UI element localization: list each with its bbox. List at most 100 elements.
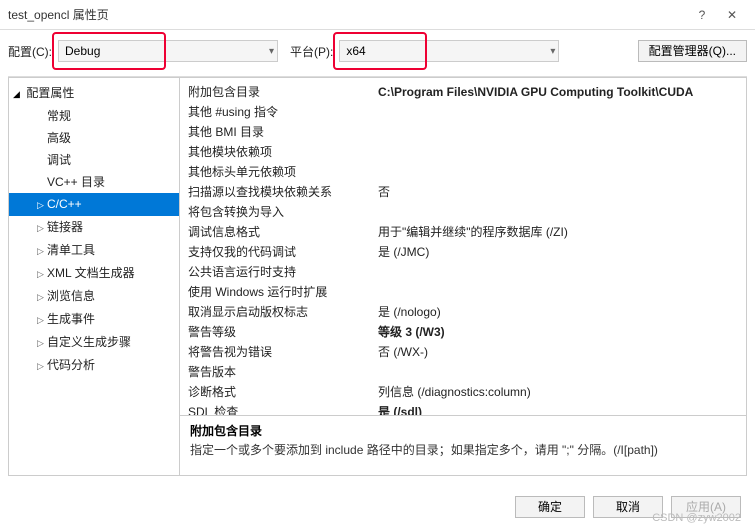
titlebar: test_opencl 属性页 ? ✕ bbox=[0, 0, 755, 30]
config-combo[interactable]: ▾ bbox=[58, 40, 278, 62]
property-row[interactable]: 将包含转换为导入 bbox=[188, 202, 738, 222]
property-value: 列信息 (/diagnostics:column) bbox=[378, 382, 738, 402]
property-label: 诊断格式 bbox=[188, 382, 378, 402]
property-label: 其他 #using 指令 bbox=[188, 102, 378, 122]
tree-item[interactable]: ▷C/C++ bbox=[9, 193, 179, 216]
property-row[interactable]: 警告等级等级 3 (/W3) bbox=[188, 322, 738, 342]
tree-item[interactable]: ▷自定义生成步骤 bbox=[9, 331, 179, 354]
property-row[interactable]: 取消显示启动版权标志是 (/nologo) bbox=[188, 302, 738, 322]
property-row[interactable]: 公共语言运行时支持 bbox=[188, 262, 738, 282]
tree-item-label: 常规 bbox=[47, 109, 71, 123]
property-row[interactable]: SDL 检查是 (/sdl) bbox=[188, 402, 738, 415]
property-row[interactable]: 使用 Windows 运行时扩展 bbox=[188, 282, 738, 302]
triangle-right-icon: ▷ bbox=[37, 357, 47, 375]
property-value bbox=[378, 282, 738, 302]
property-value: 是 (/sdl) bbox=[378, 402, 738, 415]
tree-item[interactable]: ▷浏览信息 bbox=[9, 285, 179, 308]
property-value: 否 bbox=[378, 182, 738, 202]
property-row[interactable]: 其他模块依赖项 bbox=[188, 142, 738, 162]
property-value: C:\Program Files\NVIDIA GPU Computing To… bbox=[378, 82, 738, 102]
watermark: CSDN @zyw2002 bbox=[652, 512, 741, 524]
description-panel: 附加包含目录 指定一个或多个要添加到 include 路径中的目录；如果指定多个… bbox=[180, 415, 746, 475]
property-row[interactable]: 支持仅我的代码调试是 (/JMC) bbox=[188, 242, 738, 262]
property-row[interactable]: 警告版本 bbox=[188, 362, 738, 382]
triangle-right-icon: ▷ bbox=[37, 242, 47, 260]
tree-view[interactable]: ◢ 配置属性 常规高级调试VC++ 目录▷C/C++▷链接器▷清单工具▷XML … bbox=[8, 77, 180, 476]
tree-item[interactable]: ▷链接器 bbox=[9, 216, 179, 239]
config-manager-button[interactable]: 配置管理器(Q)... bbox=[638, 40, 747, 62]
tree-item[interactable]: VC++ 目录 bbox=[9, 171, 179, 193]
tree-item[interactable]: ▷代码分析 bbox=[9, 354, 179, 377]
property-value bbox=[378, 162, 738, 182]
property-label: 其他标头单元依赖项 bbox=[188, 162, 378, 182]
property-row[interactable]: 将警告视为错误否 (/WX-) bbox=[188, 342, 738, 362]
property-label: 其他 BMI 目录 bbox=[188, 122, 378, 142]
property-row[interactable]: 附加包含目录C:\Program Files\NVIDIA GPU Comput… bbox=[188, 82, 738, 102]
triangle-down-icon: ◢ bbox=[13, 85, 23, 103]
triangle-right-icon: ▷ bbox=[37, 288, 47, 306]
description-text: 指定一个或多个要添加到 include 路径中的目录；如果指定多个，请用 ";"… bbox=[190, 441, 736, 458]
main-area: ◢ 配置属性 常规高级调试VC++ 目录▷C/C++▷链接器▷清单工具▷XML … bbox=[8, 76, 747, 476]
property-value bbox=[378, 262, 738, 282]
property-value bbox=[378, 122, 738, 142]
close-button[interactable]: ✕ bbox=[717, 8, 747, 22]
tree-root-label: 配置属性 bbox=[26, 86, 74, 100]
toolbar: 配置(C): ▾ 平台(P): ▾ 配置管理器(Q)... bbox=[0, 30, 755, 76]
property-value: 等级 3 (/W3) bbox=[378, 322, 738, 342]
tree-item-label: VC++ 目录 bbox=[47, 175, 105, 189]
triangle-right-icon: ▷ bbox=[37, 265, 47, 283]
property-value: 用于"编辑并继续"的程序数据库 (/ZI) bbox=[378, 222, 738, 242]
tree-item-label: 生成事件 bbox=[47, 312, 95, 326]
tree-item[interactable]: ▷XML 文档生成器 bbox=[9, 262, 179, 285]
triangle-right-icon: ▷ bbox=[37, 334, 47, 352]
help-button[interactable]: ? bbox=[687, 8, 717, 22]
property-row[interactable]: 其他标头单元依赖项 bbox=[188, 162, 738, 182]
description-title: 附加包含目录 bbox=[190, 422, 736, 439]
tree-item-label: 浏览信息 bbox=[47, 289, 95, 303]
property-label: 扫描源以查找模块依赖关系 bbox=[188, 182, 378, 202]
property-value: 否 (/WX-) bbox=[378, 342, 738, 362]
tree-item-label: 调试 bbox=[47, 153, 71, 167]
triangle-right-icon: ▷ bbox=[37, 311, 47, 329]
property-label: 将警告视为错误 bbox=[188, 342, 378, 362]
property-value: 是 (/JMC) bbox=[378, 242, 738, 262]
property-value bbox=[378, 102, 738, 122]
property-value: 是 (/nologo) bbox=[378, 302, 738, 322]
ok-button[interactable]: 确定 bbox=[515, 496, 585, 518]
property-label: SDL 检查 bbox=[188, 402, 378, 415]
triangle-right-icon: ▷ bbox=[37, 196, 47, 214]
tree-root[interactable]: ◢ 配置属性 bbox=[9, 82, 179, 105]
tree-item-label: XML 文档生成器 bbox=[47, 266, 135, 280]
tree-item-label: 高级 bbox=[47, 131, 71, 145]
property-label: 调试信息格式 bbox=[188, 222, 378, 242]
platform-combo[interactable]: ▾ bbox=[339, 40, 559, 62]
property-label: 警告等级 bbox=[188, 322, 378, 342]
property-row[interactable]: 其他 #using 指令 bbox=[188, 102, 738, 122]
property-label: 取消显示启动版权标志 bbox=[188, 302, 378, 322]
triangle-right-icon: ▷ bbox=[37, 219, 47, 237]
tree-item[interactable]: ▷生成事件 bbox=[9, 308, 179, 331]
property-value bbox=[378, 142, 738, 162]
tree-item[interactable]: ▷清单工具 bbox=[9, 239, 179, 262]
config-label: 配置(C): bbox=[8, 43, 52, 60]
property-row[interactable]: 诊断格式列信息 (/diagnostics:column) bbox=[188, 382, 738, 402]
config-input[interactable] bbox=[58, 40, 278, 62]
window-title: test_opencl 属性页 bbox=[8, 6, 687, 23]
property-row[interactable]: 扫描源以查找模块依赖关系否 bbox=[188, 182, 738, 202]
tree-item-label: 链接器 bbox=[47, 220, 83, 234]
property-label: 支持仅我的代码调试 bbox=[188, 242, 378, 262]
platform-label: 平台(P): bbox=[290, 43, 333, 60]
tree-item-label: 代码分析 bbox=[47, 358, 95, 372]
properties-panel: 附加包含目录 C:\Program Files\NVIDIA GPU Comput… bbox=[180, 77, 747, 476]
property-label: 使用 Windows 运行时扩展 bbox=[188, 282, 378, 302]
property-row[interactable]: 其他 BMI 目录 bbox=[188, 122, 738, 142]
property-row[interactable]: 调试信息格式用于"编辑并继续"的程序数据库 (/ZI) bbox=[188, 222, 738, 242]
platform-input[interactable] bbox=[339, 40, 559, 62]
tree-item-label: 清单工具 bbox=[47, 243, 95, 257]
property-value bbox=[378, 362, 738, 382]
properties-grid[interactable]: 附加包含目录C:\Program Files\NVIDIA GPU Comput… bbox=[180, 78, 746, 415]
tree-item[interactable]: 高级 bbox=[9, 127, 179, 149]
tree-item[interactable]: 常规 bbox=[9, 105, 179, 127]
tree-item[interactable]: 调试 bbox=[9, 149, 179, 171]
property-label: 将包含转换为导入 bbox=[188, 202, 378, 222]
